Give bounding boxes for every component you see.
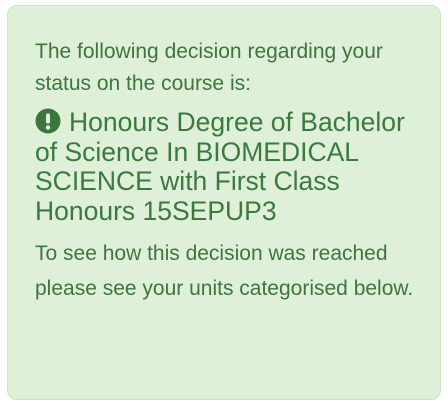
exclamation-circle-icon bbox=[35, 108, 61, 134]
status-intro-text: The following decision regarding your st… bbox=[35, 40, 383, 95]
decision-explanation-text: To see how this decision was reached ple… bbox=[35, 242, 414, 300]
course-decision: Honours Degree of Bachelor of Science In… bbox=[35, 107, 420, 226]
decision-text: Honours Degree of Bachelor of Science In… bbox=[35, 107, 405, 226]
course-status-panel: The following decision regarding your st… bbox=[7, 5, 441, 400]
